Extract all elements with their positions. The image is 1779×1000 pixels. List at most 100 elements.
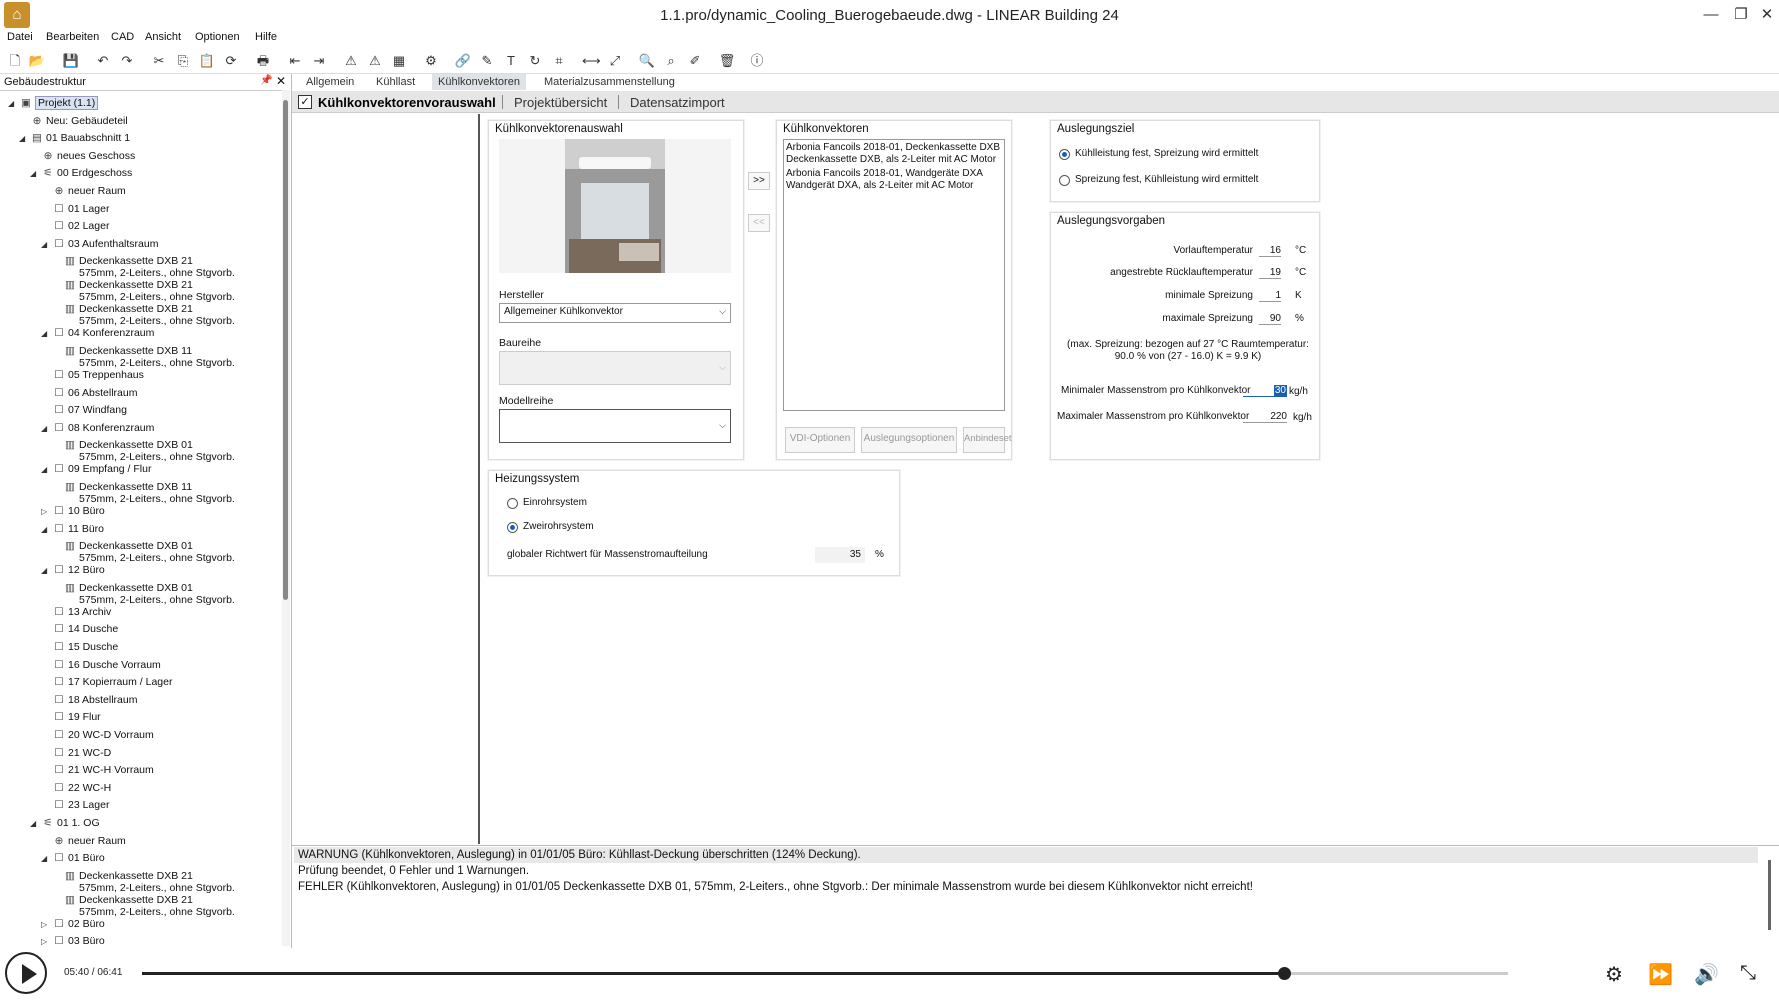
paste-icon[interactable]: 📋 [198, 52, 216, 70]
modellreihe-select[interactable]: ⌵ [499, 409, 731, 443]
tree-item[interactable]: ▥ Deckenkassette DXB 21 575mm, 2-Leiters.,… [64, 894, 235, 918]
connection-set-button[interactable]: Anbindeset [963, 427, 1012, 453]
tree-item[interactable]: ⚟ 01 1. OG [42, 817, 99, 829]
warning-icon[interactable]: ⚠ [342, 52, 360, 70]
close-panel-icon[interactable]: ✕ [276, 74, 286, 88]
tree-item[interactable]: ☐ 11 Büro [53, 523, 104, 535]
tree-expander[interactable]: ◢ [41, 566, 47, 575]
vorlauftemperatur-input[interactable]: 16 [1259, 245, 1281, 257]
menu-ansicht[interactable]: Ansicht [145, 31, 181, 43]
speed-icon[interactable]: ⏩ [1648, 962, 1673, 987]
tree-expander[interactable]: ◢ [8, 99, 14, 108]
radio-einrohrsystem[interactable] [507, 498, 518, 509]
volume-icon[interactable]: 🔊 [1694, 962, 1719, 987]
tree-expander[interactable]: ◢ [41, 240, 47, 249]
log-line-summary[interactable]: Prüfung beendet, 0 Fehler und 1 Warnunge… [298, 865, 529, 877]
checkbox-vorauswahl[interactable]: ✓ [298, 95, 312, 109]
import-icon[interactable]: ⇤ [286, 52, 304, 70]
tree-item[interactable]: ☐ 18 Abstellraum [53, 694, 137, 706]
tree-expander[interactable]: ◢ [41, 854, 47, 863]
tree-item[interactable]: ▤ 01 Bauabschnitt 1 [31, 132, 130, 144]
tree-item[interactable]: ▥ Deckenkassette DXB 21 575mm, 2-Leiters.,… [64, 870, 235, 894]
tree-item[interactable]: ☐ 01 Lager [53, 203, 109, 215]
remove-convector-button[interactable]: << [748, 214, 770, 232]
open-icon[interactable]: 📂 [28, 52, 46, 70]
tree-expander[interactable]: ◢ [41, 424, 47, 433]
export-icon[interactable]: ⇥ [310, 52, 328, 70]
subtab-datensatzimport[interactable]: Datensatzimport [630, 95, 725, 110]
log-line-warning[interactable]: WARNUNG (Kühlkonvektoren, Auslegung) in … [298, 849, 861, 861]
measure-icon[interactable]: ⟷ [582, 52, 601, 70]
tree-scrollbar[interactable] [282, 90, 290, 946]
calculator-icon[interactable]: ▦ [390, 52, 408, 70]
tab-kuehllast[interactable]: Kühllast [376, 76, 415, 88]
tree-expander[interactable]: ◢ [41, 525, 47, 534]
radio-spreizung-fest[interactable] [1059, 175, 1070, 186]
tree-item[interactable]: ☐ 23 Lager [53, 799, 109, 811]
building-tree[interactable]: ◢ ▣ Projekt (1.1) ⊕ Neu: Gebäudeteil ◢ ▤ 01 Bau… [0, 90, 282, 946]
minimize-icon[interactable]: — [1700, 4, 1722, 26]
hersteller-select[interactable]: Allgemeiner Kühlkonvektor ⌵ [499, 303, 731, 323]
min-massenstrom-input[interactable]: 30 [1243, 385, 1287, 397]
tree-item[interactable]: ☐ 02 Büro [53, 918, 105, 930]
close-icon[interactable]: ✕ [1756, 4, 1778, 26]
tree-item[interactable]: ⊕ Neu: Gebäudeteil [31, 115, 128, 127]
tree-item[interactable]: ☐ 15 Dusche [53, 641, 118, 653]
tree-item[interactable]: ☐ 02 Lager [53, 220, 109, 232]
max-spreizung-input[interactable]: 90 [1259, 313, 1281, 325]
save-icon[interactable]: 💾 [62, 52, 80, 70]
tree-item[interactable]: ▥ Deckenkassette DXB 01 575mm, 2-Leiters.,… [64, 582, 235, 606]
tree-expander[interactable]: ▷ [41, 920, 47, 929]
message-log[interactable]: WARNUNG (Kühlkonvektoren, Auslegung) in … [292, 845, 1779, 947]
rotate-icon[interactable]: ↻ [526, 52, 544, 70]
tree-item[interactable]: ☐ 09 Empfang / Flur [53, 463, 151, 475]
ruecklauftemperatur-input[interactable]: 19 [1259, 267, 1281, 279]
menu-datei[interactable]: Datei [7, 31, 33, 43]
tab-allgemein[interactable]: Allgemein [306, 76, 354, 88]
delete-icon[interactable]: 🗑 [718, 52, 736, 70]
info-icon[interactable]: ⓘ [748, 52, 766, 70]
log-line-error[interactable]: FEHLER (Kühlkonvektoren, Auslegung) in 0… [298, 881, 1253, 893]
gear-icon[interactable]: ⚙ [1605, 962, 1623, 987]
tree-item[interactable]: ⊕ neues Geschoss [42, 150, 136, 162]
min-spreizung-input[interactable]: 1 [1259, 290, 1281, 302]
find-replace-icon[interactable]: ⌕ [662, 52, 680, 70]
baureihe-select[interactable]: ⌵ [499, 351, 731, 385]
restore-icon[interactable]: ❐ [1730, 4, 1752, 26]
copy-icon[interactable]: ⎘ [174, 52, 192, 70]
tree-item[interactable]: ▥ Deckenkassette DXB 01 575mm, 2-Leiters.,… [64, 540, 235, 564]
subtab-vorauswahl[interactable]: Kühlkonvektorenvorauswahl [318, 95, 496, 110]
tree-item[interactable]: ☐ 21 WC-D [53, 747, 111, 759]
tree-item[interactable]: ☐ 22 WC-H [53, 782, 111, 794]
tree-expander[interactable]: ◢ [41, 465, 47, 474]
pen-icon[interactable]: ✎ [478, 52, 496, 70]
tree-item[interactable]: ☐ 20 WC-D Vorraum [53, 729, 154, 741]
tree-scroll-thumb[interactable] [283, 100, 288, 600]
redo-icon[interactable]: ↷ [118, 52, 136, 70]
richtwert-input[interactable]: 35 [815, 547, 865, 563]
tree-item[interactable]: ▥ Deckenkassette DXB 21 575mm, 2-Leiters.,… [64, 303, 235, 327]
vdi-options-button[interactable]: VDI-Optionen [785, 427, 855, 453]
tree-item[interactable]: ▣ Projekt (1.1) [20, 96, 99, 110]
settings-icon[interactable]: ⚙ [422, 52, 440, 70]
check-icon[interactable]: ⚠ [366, 52, 384, 70]
menu-cad[interactable]: CAD [111, 31, 134, 43]
pin-icon[interactable]: 📌 [260, 75, 272, 86]
tree-item[interactable]: ☐ 17 Kopierraum / Lager [53, 676, 172, 688]
tree-item[interactable]: ☐ 10 Büro [53, 505, 105, 517]
tree-expander[interactable]: ◢ [41, 329, 47, 338]
menu-hilfe[interactable]: Hilfe [255, 31, 277, 43]
menu-optionen[interactable]: Optionen [195, 31, 240, 43]
network-icon[interactable]: ⌗ [550, 52, 568, 70]
tree-item[interactable]: ⊕ neuer Raum [53, 185, 126, 197]
new-file-icon[interactable]: 🗋 [6, 52, 24, 70]
tree-expander[interactable]: ▷ [41, 937, 47, 946]
convector-list[interactable]: Arbonia Fancoils 2018-01, Deckenkassette… [783, 139, 1005, 411]
play-icon[interactable] [5, 952, 47, 994]
cut-icon[interactable]: ✂ [150, 52, 168, 70]
tree-expander[interactable]: ◢ [30, 169, 36, 178]
tree-item[interactable]: ▥ Deckenkassette DXB 21 575mm, 2-Leiters.,… [64, 255, 235, 279]
list-item[interactable]: Arbonia Fancoils 2018-01, Wandgeräte DXA… [786, 168, 1002, 192]
tree-expander[interactable]: ▷ [41, 507, 47, 516]
resize-icon[interactable]: ⤢ [606, 52, 624, 70]
